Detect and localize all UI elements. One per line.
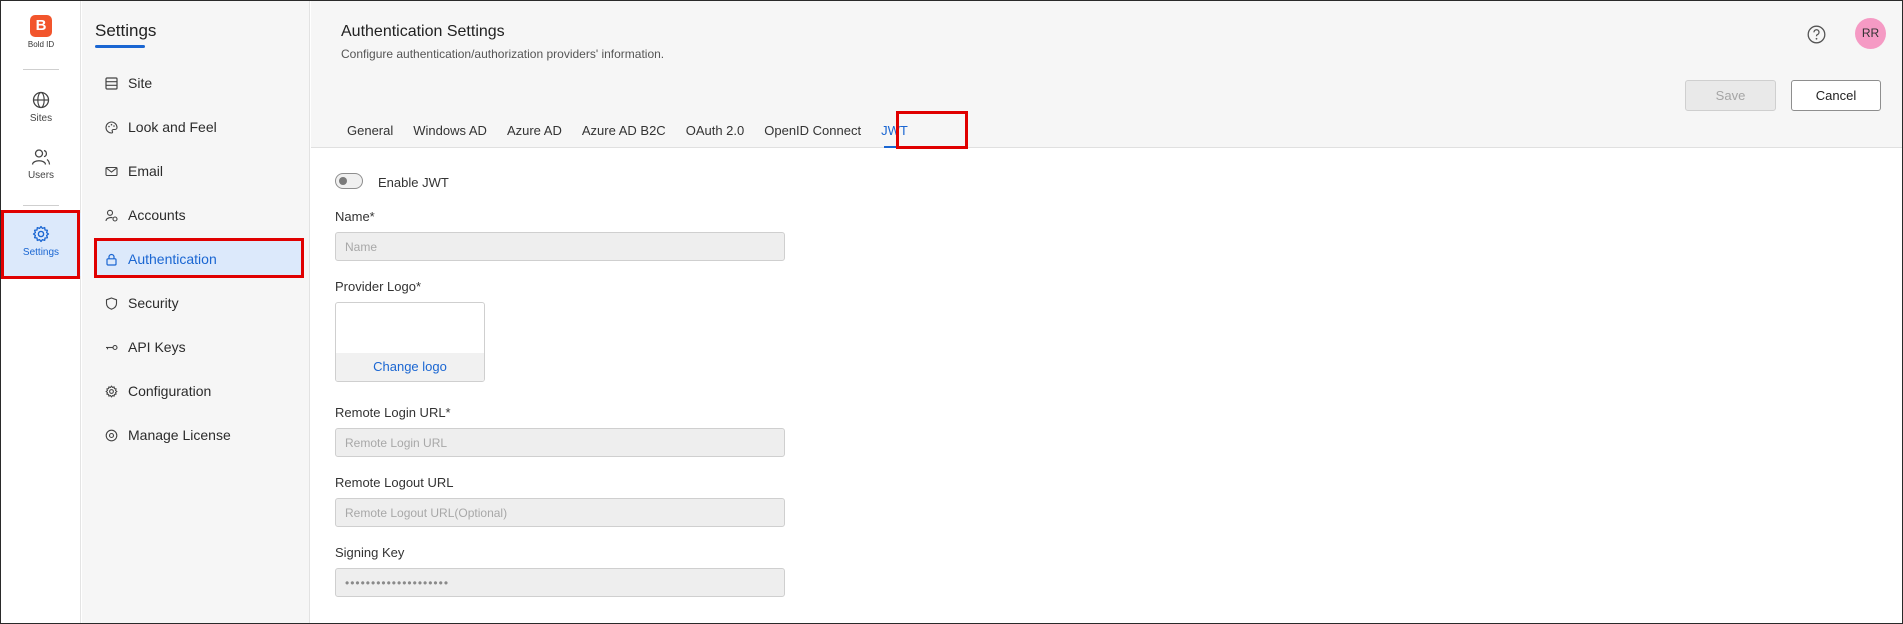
sidebar-item-label: API Keys (128, 339, 186, 355)
tab-oauth[interactable]: OAuth 2.0 (676, 114, 755, 148)
tab-windows-ad[interactable]: Windows AD (403, 114, 497, 148)
tab-general[interactable]: General (337, 114, 403, 148)
page-title: Authentication Settings (341, 23, 505, 40)
sidebar-item-accounts[interactable]: Accounts (95, 197, 303, 233)
mail-icon (105, 166, 118, 176)
sidebar-item-label: Look and Feel (128, 119, 217, 135)
sidebar-item-email[interactable]: Email (95, 153, 303, 189)
site-icon (105, 76, 118, 90)
page-header: Authentication Settings Configure authen… (311, 1, 1902, 148)
key-icon (106, 344, 118, 350)
enable-jwt-label: Enable JWT (378, 175, 449, 190)
remote-login-url-label: Remote Login URL* (335, 405, 451, 420)
rail-label-sites: Sites (29, 113, 53, 124)
bold-id-logo-icon: B (30, 15, 52, 37)
brand-logo[interactable]: B Bold ID (1, 15, 81, 49)
rail-label-settings: Settings (22, 247, 60, 258)
accounts-icon (105, 209, 118, 222)
cancel-button[interactable]: Cancel (1791, 80, 1881, 111)
remote-logout-url-field[interactable] (335, 498, 785, 527)
license-icon (105, 429, 118, 441)
signing-key-field[interactable] (335, 568, 785, 597)
sidebar-item-manage-license[interactable]: Manage License (95, 417, 303, 453)
tab-openid-connect[interactable]: OpenID Connect (754, 114, 871, 148)
palette-icon (105, 120, 118, 134)
rail-divider (23, 205, 59, 206)
sidebar-item-authentication[interactable]: Authentication (95, 241, 303, 277)
avatar[interactable]: RR (1855, 18, 1886, 49)
sidebar-item-site[interactable]: Site (95, 65, 303, 101)
lock-icon (106, 253, 117, 266)
rail-item-users[interactable]: Users (1, 148, 81, 181)
tab-azure-ad-b2c[interactable]: Azure AD B2C (572, 114, 676, 148)
tab-azure-ad[interactable]: Azure AD (497, 114, 572, 148)
sidebar-title-underline (95, 45, 145, 48)
remote-logout-url-label: Remote Logout URL (335, 475, 454, 490)
rail-item-sites[interactable]: Sites (1, 91, 81, 124)
signing-key-label: Signing Key (335, 545, 405, 560)
sidebar-item-look-and-feel[interactable]: Look and Feel (95, 109, 303, 145)
app-rail: B Bold ID Sites Users Settings (1, 1, 81, 623)
change-logo-link[interactable]: Change logo (336, 353, 484, 381)
name-label: Name* (335, 209, 375, 224)
sidebar-item-label: Authentication (128, 251, 217, 267)
tab-jwt[interactable]: JWT (871, 114, 918, 148)
rail-divider (23, 69, 59, 70)
provider-logo-preview: Change logo (335, 302, 485, 382)
sidebar-item-label: Security (128, 295, 179, 311)
name-field[interactable] (335, 232, 785, 261)
settings-sidebar: Settings Site Look and Feel Email Accoun… (82, 1, 310, 623)
users-icon (31, 149, 51, 165)
sidebar-item-label: Accounts (128, 207, 186, 223)
enable-jwt-toggle[interactable] (335, 173, 363, 189)
sidebar-item-label: Manage License (128, 427, 231, 443)
globe-icon (32, 91, 50, 109)
sidebar-item-label: Email (128, 163, 164, 179)
toggle-knob (339, 177, 347, 185)
main-content: Authentication Settings Configure authen… (311, 1, 1902, 623)
sidebar-item-label: Site (128, 75, 153, 91)
remote-login-url-field[interactable] (335, 428, 785, 457)
gear-icon (105, 385, 118, 397)
provider-logo-label: Provider Logo* (335, 279, 421, 294)
sidebar-item-configuration[interactable]: Configuration (95, 373, 303, 409)
sidebar-title: Settings (95, 21, 157, 40)
sidebar-item-security[interactable]: Security (95, 285, 303, 321)
auth-provider-tabs: General Windows AD Azure AD Azure AD B2C… (337, 114, 918, 148)
save-button[interactable]: Save (1685, 80, 1776, 111)
brand-name: Bold ID (27, 40, 55, 49)
page-subtitle: Configure authentication/authorization p… (341, 47, 665, 61)
rail-item-settings[interactable]: Settings (1, 213, 81, 276)
help-icon[interactable] (1807, 25, 1826, 44)
sidebar-item-label: Configuration (128, 383, 212, 399)
rail-label-users: Users (27, 170, 55, 181)
gear-icon (32, 225, 50, 243)
shield-icon (105, 296, 118, 310)
sidebar-item-api-keys[interactable]: API Keys (95, 329, 303, 365)
